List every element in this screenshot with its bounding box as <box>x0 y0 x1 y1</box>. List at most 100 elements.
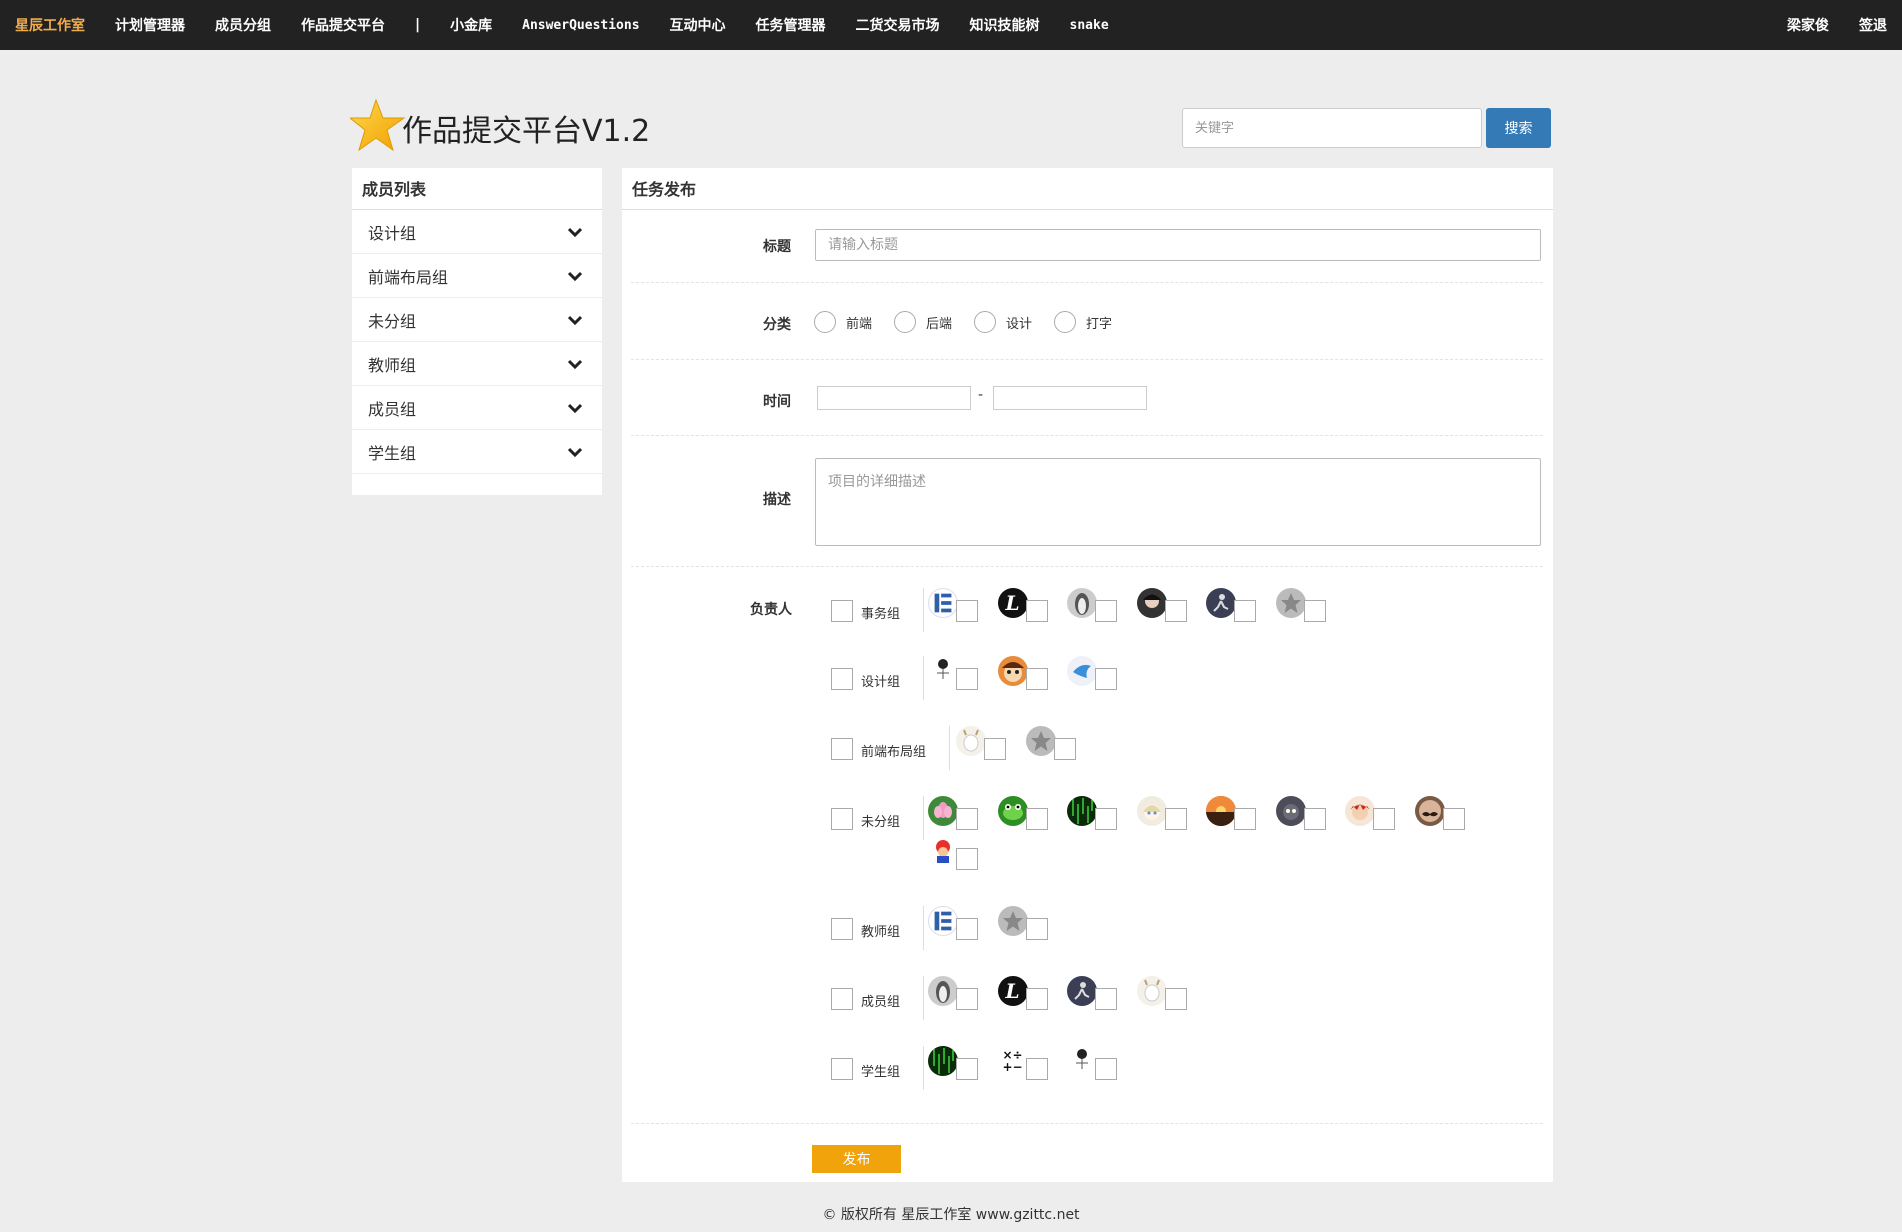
nav-item-plan-manager[interactable]: 计划管理器 <box>115 15 185 35</box>
member-option[interactable] <box>928 906 988 940</box>
category-radio-backend[interactable]: 后端 <box>894 311 952 333</box>
member-option[interactable] <box>1067 1046 1127 1080</box>
member-option[interactable] <box>1067 588 1127 622</box>
nav-signout[interactable]: 签退 <box>1859 15 1887 35</box>
nav-item-market[interactable]: 二货交易市场 <box>856 15 940 35</box>
member-option[interactable] <box>1345 796 1405 830</box>
member-checkbox[interactable] <box>1303 808 1326 830</box>
group-checkbox[interactable] <box>831 600 853 622</box>
nav-user-name[interactable]: 梁家俊 <box>1787 15 1829 35</box>
description-input[interactable] <box>815 458 1541 546</box>
nav-item-answer-questions[interactable]: AnswerQuestions <box>522 18 639 33</box>
radio-button[interactable] <box>894 311 916 333</box>
member-checkbox[interactable] <box>1095 668 1117 690</box>
member-checkbox[interactable] <box>956 1058 978 1080</box>
member-checkbox[interactable] <box>1053 738 1076 760</box>
member-option[interactable] <box>1136 588 1197 622</box>
member-checkbox[interactable] <box>1095 988 1117 1010</box>
member-checkbox[interactable] <box>1025 808 1048 830</box>
member-checkbox[interactable] <box>1025 668 1048 690</box>
member-option[interactable] <box>1136 796 1197 830</box>
radio-button[interactable] <box>1054 311 1076 333</box>
search-button[interactable]: 搜索 <box>1486 108 1551 148</box>
member-checkbox[interactable] <box>1025 600 1048 622</box>
start-time-input[interactable] <box>817 386 971 410</box>
member-checkbox[interactable] <box>1442 808 1465 830</box>
group-checkbox[interactable] <box>831 918 853 940</box>
member-checkbox[interactable] <box>1164 808 1187 830</box>
member-checkbox[interactable] <box>956 848 978 870</box>
sidebar-item-student-group[interactable]: 学生组 <box>352 430 602 474</box>
member-option[interactable] <box>1067 976 1127 1010</box>
chevron-down-icon[interactable] <box>562 354 588 374</box>
radio-button[interactable] <box>814 311 836 333</box>
member-checkbox[interactable] <box>1373 808 1395 830</box>
member-checkbox[interactable] <box>1095 1058 1117 1080</box>
member-checkbox[interactable] <box>1025 988 1048 1010</box>
member-option[interactable] <box>928 656 988 690</box>
sidebar-item-design-group[interactable]: 设计组 <box>352 210 602 254</box>
member-option[interactable]: L <box>997 976 1058 1010</box>
member-checkbox[interactable] <box>1164 600 1187 622</box>
sidebar-item-frontend-group[interactable]: 前端布局组 <box>352 254 602 298</box>
group-checkbox[interactable] <box>831 1058 853 1080</box>
member-checkbox[interactable] <box>1164 988 1187 1010</box>
category-radio-frontend[interactable]: 前端 <box>814 311 872 333</box>
member-checkbox[interactable] <box>956 668 978 690</box>
nav-item-submission-platform[interactable]: 作品提交平台 <box>301 15 385 35</box>
member-option[interactable] <box>997 906 1058 940</box>
nav-item-skill-tree[interactable]: 知识技能树 <box>970 15 1040 35</box>
member-checkbox[interactable] <box>984 738 1006 760</box>
group-checkbox[interactable] <box>831 808 853 830</box>
member-option[interactable] <box>1025 726 1086 760</box>
nav-item-treasury[interactable]: 小金库 <box>450 15 492 35</box>
member-checkbox[interactable] <box>956 988 978 1010</box>
group-checkbox[interactable] <box>831 738 853 760</box>
group-checkbox[interactable] <box>831 668 853 690</box>
nav-item-member-groups[interactable]: 成员分组 <box>215 15 271 35</box>
member-option[interactable] <box>928 588 988 622</box>
chevron-down-icon[interactable] <box>562 222 588 242</box>
nav-item-task-manager[interactable]: 任务管理器 <box>756 15 826 35</box>
member-option[interactable] <box>928 836 988 870</box>
member-option[interactable] <box>1206 588 1266 622</box>
sidebar-item-teacher-group[interactable]: 教师组 <box>352 342 602 386</box>
chevron-down-icon[interactable] <box>562 398 588 418</box>
member-option[interactable] <box>928 976 988 1010</box>
member-option[interactable] <box>997 656 1058 690</box>
member-option[interactable]: L <box>997 588 1058 622</box>
search-input[interactable] <box>1182 108 1482 148</box>
member-checkbox[interactable] <box>1095 808 1117 830</box>
sidebar-item-ungrouped[interactable]: 未分组 <box>352 298 602 342</box>
chevron-down-icon[interactable] <box>562 266 588 286</box>
member-option[interactable] <box>928 796 988 830</box>
member-option[interactable] <box>1414 796 1475 830</box>
member-option[interactable] <box>928 1046 988 1080</box>
end-time-input[interactable] <box>993 386 1147 410</box>
chevron-down-icon[interactable] <box>562 310 588 330</box>
member-option[interactable] <box>997 796 1058 830</box>
member-checkbox[interactable] <box>1234 600 1256 622</box>
group-checkbox[interactable] <box>831 988 853 1010</box>
chevron-down-icon[interactable] <box>562 442 588 462</box>
member-option[interactable] <box>1206 796 1266 830</box>
member-checkbox[interactable] <box>1025 918 1048 940</box>
member-checkbox[interactable] <box>956 600 978 622</box>
category-radio-typing[interactable]: 打字 <box>1054 311 1112 333</box>
member-checkbox[interactable] <box>956 808 978 830</box>
title-input[interactable] <box>815 229 1541 261</box>
member-option[interactable]: ×÷ +− <box>997 1046 1058 1080</box>
member-checkbox[interactable] <box>1095 600 1117 622</box>
member-option[interactable] <box>956 726 1016 760</box>
member-checkbox[interactable] <box>1303 600 1326 622</box>
nav-brand[interactable]: 星辰工作室 <box>15 15 85 35</box>
member-option[interactable] <box>1136 976 1197 1010</box>
member-option[interactable] <box>1275 796 1336 830</box>
publish-button[interactable]: 发布 <box>812 1145 901 1173</box>
member-option[interactable] <box>1275 588 1336 622</box>
radio-button[interactable] <box>974 311 996 333</box>
nav-item-interaction-center[interactable]: 互动中心 <box>670 15 726 35</box>
member-checkbox[interactable] <box>1234 808 1256 830</box>
member-checkbox[interactable] <box>956 918 978 940</box>
member-option[interactable] <box>1067 796 1127 830</box>
